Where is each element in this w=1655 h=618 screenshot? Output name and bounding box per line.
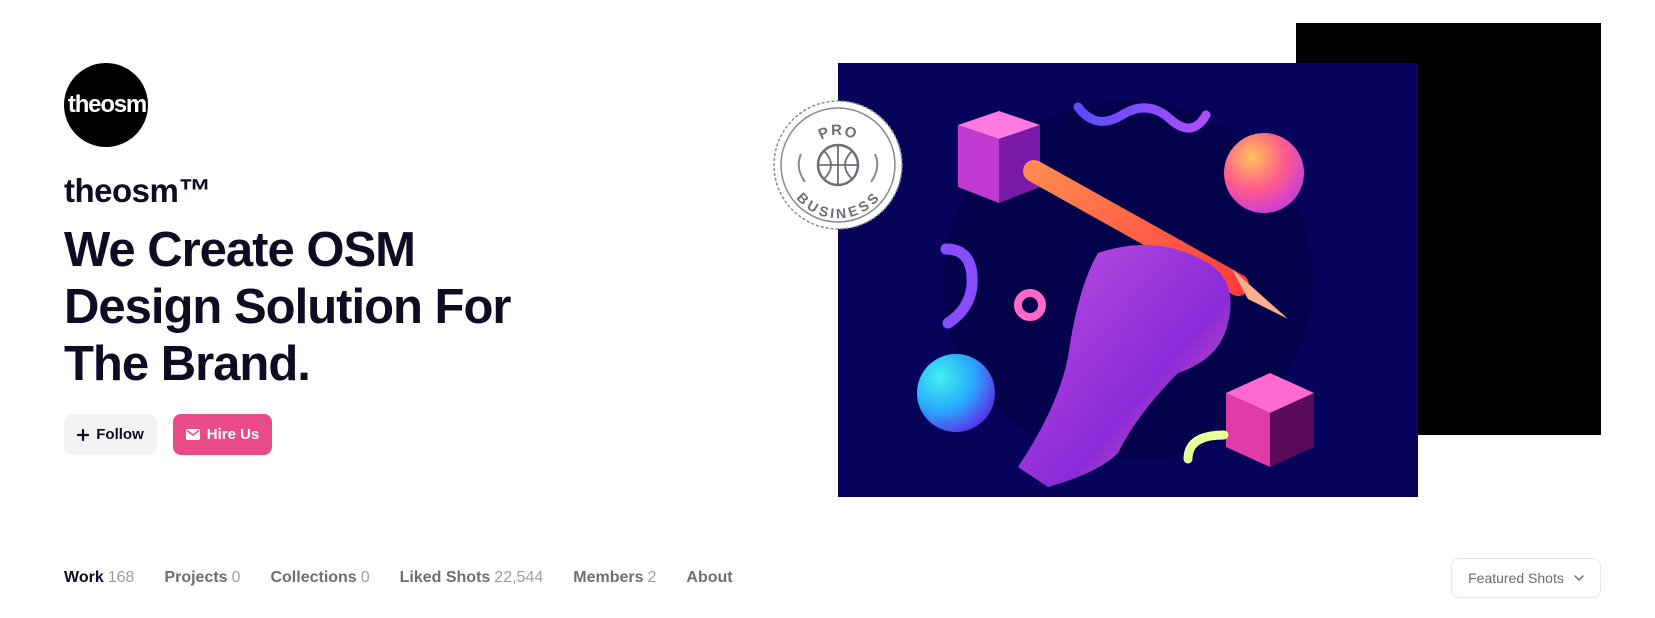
follow-button[interactable]: Follow — [64, 414, 157, 455]
tab-label: Collections — [270, 569, 357, 586]
featured-shot-image[interactable] — [838, 63, 1418, 497]
tab-liked-shots[interactable]: Liked Shots 22,544 — [400, 569, 544, 587]
hire-label: Hire Us — [206, 426, 260, 443]
tab-collections[interactable]: Collections 0 — [270, 569, 369, 587]
shot-illustration — [917, 101, 1314, 487]
plus-icon — [77, 428, 90, 441]
chevron-down-icon — [1574, 575, 1584, 581]
tab-label: Liked Shots — [399, 569, 491, 586]
pro-business-badge: PRO BUSINESS — [773, 100, 903, 230]
envelope-icon — [185, 429, 200, 440]
tab-count: 22,544 — [494, 569, 544, 586]
tab-about[interactable]: About — [686, 569, 732, 587]
shots-filter-dropdown[interactable]: Featured Shots — [1451, 558, 1601, 598]
tab-label: Members — [573, 569, 644, 586]
tab-label: Projects — [164, 569, 228, 586]
tab-label: Work — [64, 569, 104, 586]
hire-us-button[interactable]: Hire Us — [173, 414, 272, 455]
team-avatar[interactable]: theosm — [64, 63, 148, 147]
tab-projects[interactable]: Projects 0 — [164, 569, 240, 587]
tab-label: About — [686, 569, 733, 586]
tab-work[interactable]: Work 168 — [64, 569, 134, 587]
follow-label: Follow — [96, 426, 144, 443]
profile-headline: We Create OSM Design Solution For The Br… — [64, 223, 511, 391]
team-name[interactable]: theosm™ — [64, 172, 211, 210]
tab-members[interactable]: Members 2 — [573, 569, 656, 587]
tab-count: 168 — [107, 569, 135, 586]
tab-count: 0 — [360, 569, 370, 586]
profile-tabs: Work 168 Projects 0 Collections 0 Liked … — [64, 569, 733, 587]
tab-count: 0 — [231, 569, 241, 586]
tab-count: 2 — [647, 569, 657, 586]
avatar-text: theosm — [67, 91, 147, 118]
filter-label: Featured Shots — [1468, 570, 1564, 586]
